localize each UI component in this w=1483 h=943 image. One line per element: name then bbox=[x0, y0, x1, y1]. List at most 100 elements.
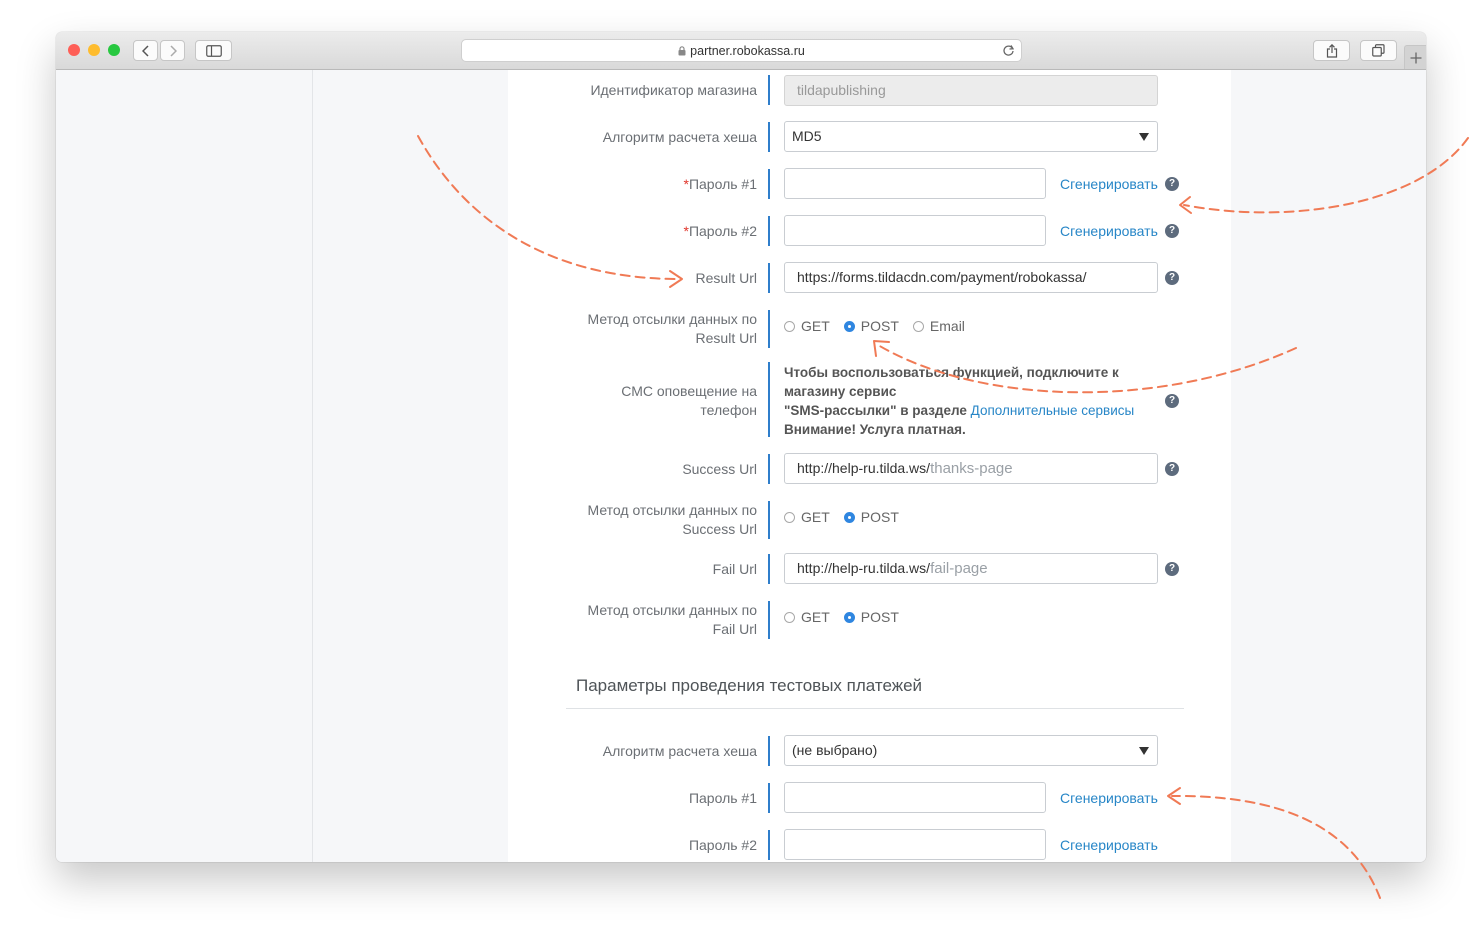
field-marker bbox=[768, 554, 770, 584]
radio-post[interactable] bbox=[843, 611, 855, 623]
success-url-placeholder: thanks-page bbox=[930, 460, 1013, 477]
generate-password2-link[interactable]: Сгенерировать bbox=[1060, 222, 1158, 241]
success-url-input[interactable]: http://help-ru.tilda.ws/thanks-page bbox=[784, 453, 1158, 484]
hash-algorithm-label: Алгоритм расчета хеша bbox=[602, 129, 757, 145]
result-url-input[interactable]: https://forms.tildacdn.com/payment/robok… bbox=[784, 262, 1158, 293]
password1-label-text: Пароль #1 bbox=[688, 176, 757, 192]
test-password2-label: Пароль #2 bbox=[688, 837, 757, 853]
generate-test-password1-link[interactable]: Сгенерировать bbox=[1060, 789, 1158, 808]
radio-get[interactable] bbox=[784, 511, 795, 523]
minimize-window-button[interactable] bbox=[88, 44, 100, 56]
field-marker bbox=[768, 216, 770, 246]
field-marker bbox=[768, 362, 770, 437]
test-password1-input[interactable] bbox=[784, 782, 1046, 813]
password1-label: *Пароль #1 bbox=[684, 175, 758, 194]
password1-input[interactable] bbox=[784, 168, 1046, 199]
fail-method-label: Метод отсылки данных по Fail Url bbox=[588, 601, 757, 639]
radio-post-label: POST bbox=[860, 318, 899, 334]
lock-icon bbox=[678, 46, 686, 56]
field-marker bbox=[768, 169, 770, 199]
help-icon[interactable]: ? bbox=[1165, 462, 1179, 476]
sms-label-line1: СМС оповещение на bbox=[621, 383, 757, 399]
result-method-label-line1: Метод отсылки данных по bbox=[587, 311, 757, 327]
field-marker bbox=[768, 501, 770, 539]
result-url-label: Result Url bbox=[695, 270, 757, 286]
additional-services-link[interactable]: Дополнительные сервисы bbox=[971, 403, 1135, 418]
address-bar[interactable]: partner.robokassa.ru bbox=[461, 39, 1022, 62]
help-icon[interactable]: ? bbox=[1165, 562, 1179, 576]
generate-test-password2-link[interactable]: Сгенерировать bbox=[1060, 836, 1158, 855]
radio-post-label: POST bbox=[860, 509, 899, 525]
test-payments-section-title: Параметры проведения тестовых платежей bbox=[576, 676, 923, 695]
generate-password1-link[interactable]: Сгенерировать bbox=[1060, 175, 1158, 194]
share-button[interactable] bbox=[1313, 40, 1350, 61]
zoom-window-button[interactable] bbox=[108, 44, 120, 56]
radio-get[interactable] bbox=[784, 320, 795, 332]
hash-algorithm-value: MD5 bbox=[792, 128, 822, 144]
back-button[interactable] bbox=[133, 40, 158, 61]
success-url-value: http://help-ru.tilda.ws/ bbox=[797, 460, 931, 476]
test-hash-algorithm-select[interactable]: (не выбрано) bbox=[784, 735, 1158, 766]
field-marker bbox=[768, 122, 770, 152]
sms-notice-text: "SMS-рассылки" в разделе bbox=[784, 403, 971, 418]
radio-email[interactable] bbox=[912, 320, 924, 332]
test-password2-input[interactable] bbox=[784, 829, 1046, 860]
field-marker bbox=[768, 75, 770, 105]
browser-window: partner.robokassa.ru Идентификатор магаз… bbox=[56, 32, 1426, 862]
radio-post[interactable] bbox=[843, 511, 855, 523]
share-icon bbox=[1326, 43, 1337, 58]
new-tab-button[interactable] bbox=[1404, 45, 1426, 69]
url-display: partner.robokassa.ru bbox=[462, 44, 1021, 58]
help-icon[interactable]: ? bbox=[1165, 177, 1179, 191]
test-hash-algorithm-value: (не выбрано) bbox=[792, 742, 878, 758]
fail-method-label-line2: Fail Url bbox=[712, 621, 757, 637]
success-method-radio-group: GET POST bbox=[784, 507, 913, 527]
field-marker bbox=[768, 736, 770, 766]
tabs-overview-button[interactable] bbox=[1360, 40, 1397, 61]
help-icon[interactable]: ? bbox=[1165, 394, 1179, 408]
radio-post[interactable] bbox=[843, 320, 855, 332]
help-icon[interactable]: ? bbox=[1165, 271, 1179, 285]
sms-notice-text: Чтобы воспользоваться функцией, подключи… bbox=[784, 365, 1119, 399]
fail-url-placeholder: fail-page bbox=[930, 560, 988, 577]
sidebar-icon bbox=[205, 44, 222, 57]
sms-label-line2: телефон bbox=[700, 402, 757, 418]
radio-get-label: GET bbox=[801, 318, 830, 334]
field-marker bbox=[768, 783, 770, 813]
url-text: partner.robokassa.ru bbox=[690, 44, 805, 58]
browser-titlebar: partner.robokassa.ru bbox=[56, 32, 1426, 70]
radio-get[interactable] bbox=[784, 611, 795, 623]
tabs-icon bbox=[1372, 44, 1385, 57]
radio-get-label: GET bbox=[801, 609, 830, 625]
success-url-label: Success Url bbox=[682, 461, 757, 477]
field-marker bbox=[768, 601, 770, 639]
sidebar-divider bbox=[312, 70, 313, 862]
fail-url-label: Fail Url bbox=[712, 561, 757, 577]
success-method-label-line2: Success Url bbox=[682, 521, 757, 537]
sms-notice: Чтобы воспользоваться функцией, подключи… bbox=[784, 363, 1164, 439]
fail-url-input[interactable]: http://help-ru.tilda.ws/fail-page bbox=[784, 553, 1158, 584]
dropdown-caret-icon bbox=[1139, 133, 1149, 141]
sidebar-toggle-button[interactable] bbox=[195, 40, 232, 61]
reload-icon[interactable] bbox=[1002, 44, 1015, 57]
fail-url-value: http://help-ru.tilda.ws/ bbox=[797, 560, 931, 576]
test-password1-label: Пароль #1 bbox=[688, 790, 757, 806]
chevron-left-icon bbox=[141, 44, 149, 57]
success-method-label: Метод отсылки данных по Success Url bbox=[588, 501, 757, 539]
radio-post-label: POST bbox=[860, 609, 899, 625]
help-icon[interactable]: ? bbox=[1165, 224, 1179, 238]
radio-email-label: Email bbox=[929, 318, 965, 334]
shop-id-label: Идентификатор магазина bbox=[590, 82, 757, 98]
chevron-right-icon bbox=[169, 44, 177, 57]
field-marker bbox=[768, 310, 770, 348]
password2-input[interactable] bbox=[784, 215, 1046, 246]
hash-algorithm-select[interactable]: MD5 bbox=[784, 121, 1158, 152]
forward-button[interactable] bbox=[160, 40, 185, 61]
sms-warning-text: Внимание! Услуга платная. bbox=[784, 422, 966, 437]
dropdown-caret-icon bbox=[1139, 747, 1149, 755]
result-method-label: Метод отсылки данных по Result Url bbox=[588, 310, 757, 348]
fail-method-label-line1: Метод отсылки данных по bbox=[587, 602, 757, 618]
fail-method-radio-group: GET POST bbox=[784, 607, 913, 627]
plus-icon bbox=[1410, 52, 1421, 63]
close-window-button[interactable] bbox=[68, 44, 80, 56]
